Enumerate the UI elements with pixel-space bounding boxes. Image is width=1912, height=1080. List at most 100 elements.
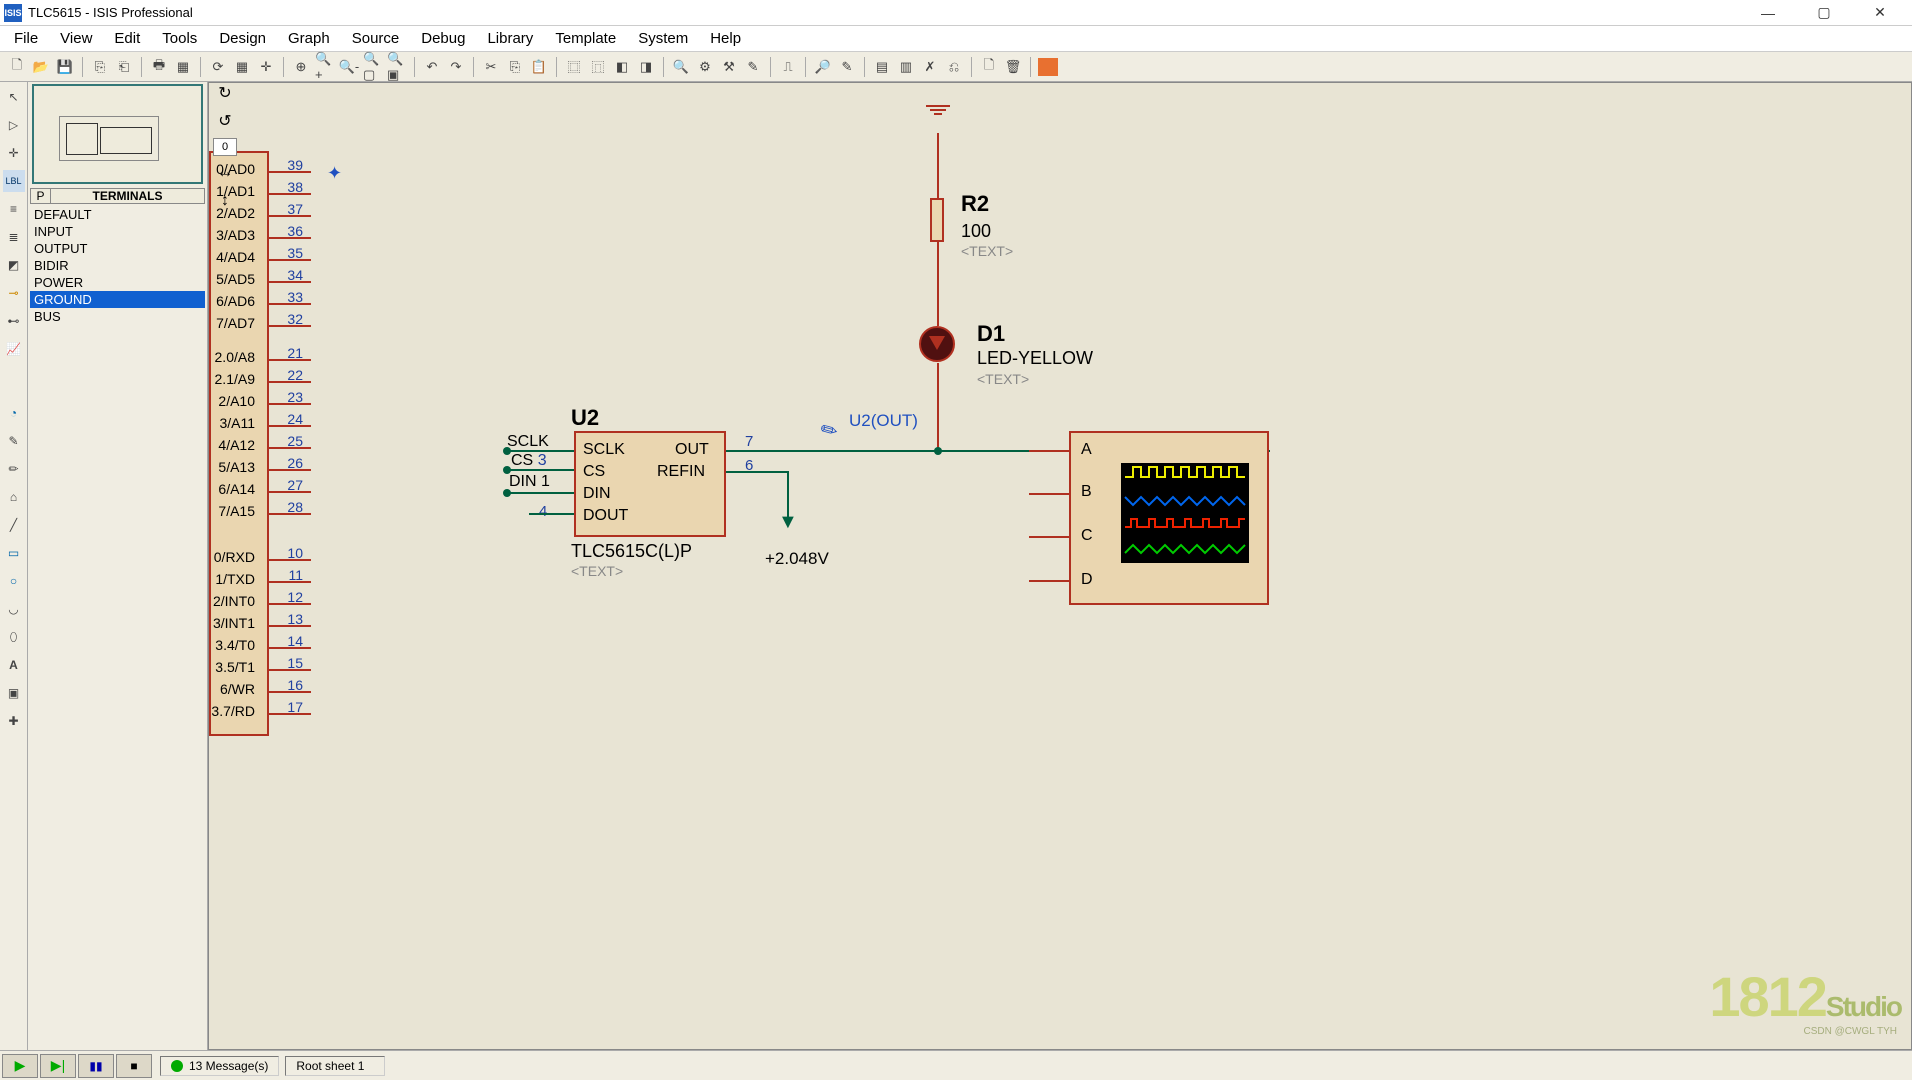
menu-debug[interactable]: Debug: [411, 28, 475, 49]
erc-icon[interactable]: ▥: [895, 56, 917, 78]
save-file-icon[interactable]: 💾: [54, 56, 76, 78]
selection-mode-icon[interactable]: ↖: [3, 86, 25, 108]
zoom-fit-icon[interactable]: 🔍▢: [362, 56, 384, 78]
component-mode-icon[interactable]: ▷: [3, 114, 25, 136]
new-sheet-icon[interactable]: 🗋: [978, 56, 1000, 78]
pick-button[interactable]: P: [31, 189, 51, 203]
refresh-icon[interactable]: ⟳: [207, 56, 229, 78]
overview-window[interactable]: [32, 84, 203, 184]
make-device-icon[interactable]: ⚙: [694, 56, 716, 78]
copy-icon[interactable]: ⎘: [504, 56, 526, 78]
delete-sheet-icon[interactable]: 🗑: [1002, 56, 1024, 78]
messages-indicator[interactable]: 13 Message(s): [160, 1056, 279, 1076]
menu-design[interactable]: Design: [209, 28, 276, 49]
ares-link-icon[interactable]: [1037, 56, 1059, 78]
terminal-item-default[interactable]: DEFAULT: [30, 206, 205, 223]
terminal-item-output[interactable]: OUTPUT: [30, 240, 205, 257]
wire-autoroute-icon[interactable]: ⎍: [777, 56, 799, 78]
path-2d-icon[interactable]: ⬯: [3, 626, 25, 648]
terminal-mode-icon[interactable]: ⊸: [3, 282, 25, 304]
sim-play-button[interactable]: ▶: [2, 1054, 38, 1078]
circle-2d-icon[interactable]: ○: [3, 570, 25, 592]
rotate-ccw-icon[interactable]: ↺: [214, 110, 236, 132]
cut-icon[interactable]: ✂: [480, 56, 502, 78]
block-rotate-icon[interactable]: ◧: [611, 56, 633, 78]
minimize-button[interactable]: —: [1748, 3, 1788, 23]
device-pin-icon[interactable]: ⊷: [3, 310, 25, 332]
maximize-button[interactable]: ▢: [1804, 3, 1844, 23]
label-mode-icon[interactable]: LBL: [3, 170, 25, 192]
new-file-icon[interactable]: 🗋: [6, 56, 28, 78]
terminal-item-bidir[interactable]: BIDIR: [30, 257, 205, 274]
origin-icon[interactable]: ✛: [255, 56, 277, 78]
box-2d-icon[interactable]: ▭: [3, 542, 25, 564]
terminal-item-bus[interactable]: BUS: [30, 308, 205, 325]
zoom-center-icon[interactable]: ⊕: [290, 56, 312, 78]
undo-icon[interactable]: ↶: [421, 56, 443, 78]
text-script-icon[interactable]: ≡: [3, 198, 25, 220]
bom-icon[interactable]: ▤: [871, 56, 893, 78]
generator-icon[interactable]: ◔: [3, 402, 25, 424]
menu-view[interactable]: View: [50, 28, 102, 49]
property-assign-icon[interactable]: ✎: [836, 56, 858, 78]
menu-template[interactable]: Template: [545, 28, 626, 49]
block-move-icon[interactable]: ⿵: [587, 56, 609, 78]
open-file-icon[interactable]: 📂: [30, 56, 52, 78]
terminal-item-power[interactable]: POWER: [30, 274, 205, 291]
rotate-cw-icon[interactable]: ↻: [214, 82, 236, 104]
component-r2[interactable]: [930, 198, 944, 242]
print-icon[interactable]: 🖶: [148, 56, 170, 78]
block-delete-icon[interactable]: ◨: [635, 56, 657, 78]
pick-icon[interactable]: 🔍: [670, 56, 692, 78]
menu-system[interactable]: System: [628, 28, 698, 49]
menu-file[interactable]: File: [4, 28, 48, 49]
export-icon[interactable]: ⎗: [113, 56, 135, 78]
zoom-region-icon[interactable]: 🔍▣: [386, 56, 408, 78]
search-icon[interactable]: 🔎: [812, 56, 834, 78]
sim-step-button[interactable]: ▶|: [40, 1054, 76, 1078]
mirror-h-icon[interactable]: ↔: [214, 162, 236, 184]
decompose-icon[interactable]: ✎: [742, 56, 764, 78]
bus-mode-icon[interactable]: ≣: [3, 226, 25, 248]
instruments-icon[interactable]: ⌂: [3, 486, 25, 508]
grid-icon[interactable]: ▦: [231, 56, 253, 78]
rotation-input[interactable]: [213, 138, 237, 156]
text-2d-icon[interactable]: A: [3, 654, 25, 676]
ares-icon[interactable]: ⎌: [943, 56, 965, 78]
sim-stop-button[interactable]: ■: [116, 1054, 152, 1078]
mirror-v-icon[interactable]: ↕: [214, 190, 236, 212]
paste-icon[interactable]: 📋: [528, 56, 550, 78]
zoom-in-icon[interactable]: 🔍+: [314, 56, 336, 78]
menu-source[interactable]: Source: [342, 28, 410, 49]
current-probe-icon[interactable]: ✏: [3, 458, 25, 480]
marker-icon[interactable]: ✚: [3, 710, 25, 732]
close-button[interactable]: ✕: [1860, 3, 1900, 23]
import-icon[interactable]: ⎘: [89, 56, 111, 78]
sim-pause-button[interactable]: ▮▮: [78, 1054, 114, 1078]
redo-icon[interactable]: ↷: [445, 56, 467, 78]
menu-edit[interactable]: Edit: [104, 28, 150, 49]
netlist-icon[interactable]: ✗: [919, 56, 941, 78]
menu-graph[interactable]: Graph: [278, 28, 340, 49]
voltage-probe-icon[interactable]: ✎: [3, 430, 25, 452]
graph-mode-icon[interactable]: 📈: [3, 338, 25, 360]
voltage-probe-icon[interactable]: ✎: [816, 415, 843, 445]
menu-library[interactable]: Library: [477, 28, 543, 49]
terminal-item-input[interactable]: INPUT: [30, 223, 205, 240]
wire-refin[interactable]: [726, 471, 789, 473]
menu-help[interactable]: Help: [700, 28, 751, 49]
packaging-icon[interactable]: ⚒: [718, 56, 740, 78]
schematic-canvas[interactable]: ✦ 0/AD0391/AD1382/AD2373/AD3364/AD4355/A…: [208, 82, 1912, 1050]
block-copy-icon[interactable]: ⿴: [563, 56, 585, 78]
subcircuit-icon[interactable]: ◩: [3, 254, 25, 276]
terminal-item-ground[interactable]: GROUND: [30, 291, 205, 308]
component-d1-led[interactable]: [919, 326, 955, 362]
junction-icon[interactable]: ✛: [3, 142, 25, 164]
print-region-icon[interactable]: ▦: [172, 56, 194, 78]
sheet-name[interactable]: Root sheet 1: [285, 1056, 385, 1076]
power-terminal-icon[interactable]: [926, 105, 950, 117]
zoom-out-icon[interactable]: 🔍-: [338, 56, 360, 78]
arc-2d-icon[interactable]: ◡: [3, 598, 25, 620]
line-2d-icon[interactable]: ╱: [3, 514, 25, 536]
symbol-icon[interactable]: ▣: [3, 682, 25, 704]
